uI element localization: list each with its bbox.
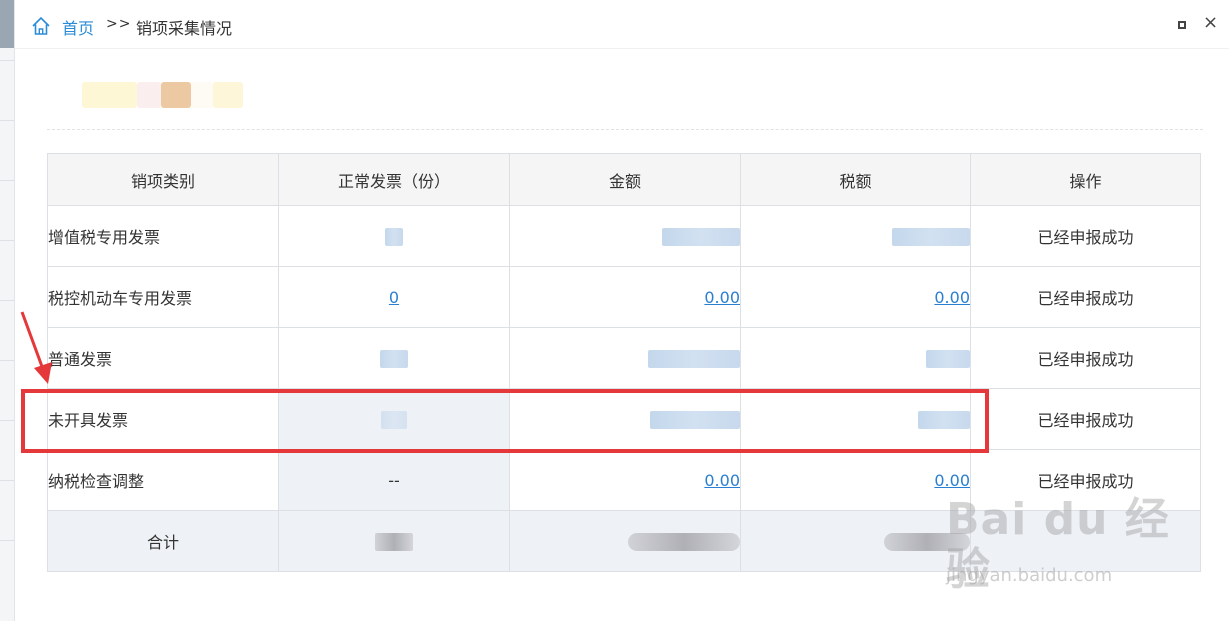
table-row: 税控机动车专用发票 0 0.00 0.00 已经申报成功 (47, 266, 1201, 328)
row-count-link[interactable]: 0 (389, 288, 399, 307)
row-tax-link[interactable]: 0.00 (934, 288, 970, 307)
baidu-jingyan-watermark: Bai du 经验 jingyan.baidu.com (940, 485, 1180, 595)
sidebar-tab-handle[interactable] (0, 0, 14, 48)
highlight-box-annotation (21, 389, 989, 453)
watermark-url: jingyan.baidu.com (946, 565, 1113, 586)
redacted-taxpayer-info (82, 82, 137, 108)
row-status: 已经申报成功 (970, 388, 1201, 450)
row-tax-redacted (740, 205, 971, 267)
row-amount-redacted (509, 205, 741, 267)
column-header-amount: 金额 (509, 153, 741, 206)
row-amount-link[interactable]: 0.00 (704, 288, 740, 307)
row-amount-redacted (509, 327, 741, 389)
redacted-taxpayer-info (161, 82, 191, 108)
row-category: 增值税专用发票 (47, 205, 279, 267)
row-status: 已经申报成功 (970, 327, 1201, 389)
redacted-taxpayer-info (213, 82, 243, 108)
row-amount-link[interactable]: 0.00 (704, 471, 740, 490)
breadcrumb-separator: >> (106, 16, 132, 32)
redacted-taxpayer-info (137, 82, 161, 108)
row-category: 普通发票 (47, 327, 279, 389)
breadcrumb-home-link[interactable]: 首页 (62, 15, 94, 39)
close-icon[interactable]: × (1203, 13, 1218, 33)
column-header-operation: 操作 (970, 153, 1201, 206)
total-tax-redacted (740, 510, 971, 572)
home-icon[interactable] (31, 16, 51, 36)
row-category: 税控机动车专用发票 (47, 266, 279, 328)
maximize-icon[interactable] (1178, 21, 1186, 29)
table-header-row: 销项类别 正常发票（份） 金额 税额 操作 (47, 153, 1201, 206)
section-divider (47, 129, 1203, 130)
table-row: 增值税专用发票 已经申报成功 (47, 205, 1201, 267)
red-arrow-annotation (20, 311, 52, 384)
redacted-taxpayer-info (191, 82, 213, 108)
column-header-normal-invoice-count: 正常发票（份） (278, 153, 510, 206)
row-count-redacted (278, 327, 510, 389)
row-tax-redacted (740, 327, 971, 389)
row-count-redacted (278, 205, 510, 267)
row-status: 已经申报成功 (970, 266, 1201, 328)
total-count-redacted (278, 510, 510, 572)
breadcrumb-current-page: 销项采集情况 (136, 19, 233, 38)
left-sidebar-strip (0, 0, 15, 621)
table-row: 普通发票 已经申报成功 (47, 327, 1201, 389)
row-status: 已经申报成功 (970, 205, 1201, 267)
title-bar: 首页 >> 销项采集情况 × (15, 0, 1229, 49)
column-header-category: 销项类别 (47, 153, 279, 206)
row-count: -- (278, 449, 510, 511)
row-category: 纳税检查调整 (47, 449, 279, 511)
total-amount-redacted (509, 510, 741, 572)
column-header-tax: 税额 (740, 153, 971, 206)
total-label: 合计 (47, 510, 279, 572)
